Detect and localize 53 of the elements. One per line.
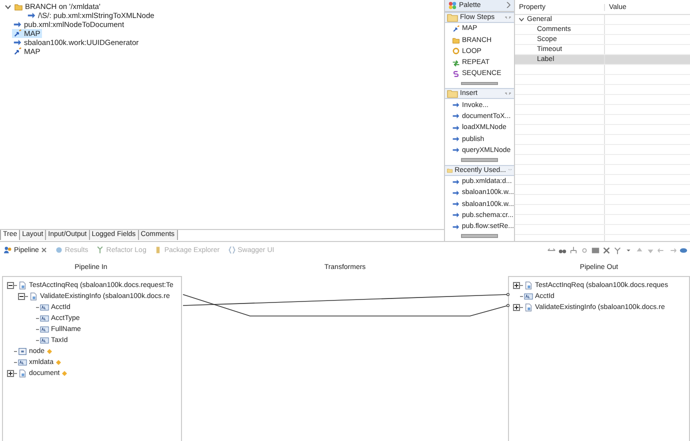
- diamond-icon: [56, 360, 61, 365]
- left-icon[interactable]: [657, 246, 666, 254]
- node-icon: [18, 347, 27, 356]
- diamond-icon: [62, 371, 67, 376]
- palette-icon: [448, 0, 457, 10]
- folder-icon: [447, 89, 458, 98]
- chevron-icon[interactable]: [4, 2, 12, 10]
- text-field-icon: [40, 325, 49, 334]
- split-icon[interactable]: [613, 246, 622, 254]
- braces-icon: [228, 246, 236, 254]
- scroll-handle[interactable]: [461, 82, 498, 86]
- ring-icon: [452, 47, 460, 56]
- folder-icon: [452, 36, 460, 44]
- sprout-icon: [96, 246, 104, 254]
- document-icon: [524, 303, 533, 312]
- text-field-icon: [18, 358, 27, 367]
- text-field-icon: [524, 292, 533, 301]
- package-icon: [154, 246, 162, 254]
- right-icon[interactable]: [668, 246, 677, 254]
- arrows-icon: [452, 58, 460, 67]
- collapse-box-icon[interactable]: [7, 282, 14, 289]
- folder-icon: [447, 166, 453, 175]
- chevron-icon[interactable]: [518, 16, 525, 23]
- document-icon: [524, 281, 533, 290]
- cross-icon[interactable]: [602, 246, 611, 254]
- expand-box-icon[interactable]: [7, 370, 14, 377]
- scroll-handle[interactable]: [461, 234, 498, 238]
- document-icon: [18, 281, 27, 290]
- text-field-icon: [40, 314, 49, 323]
- up-icon[interactable]: [635, 246, 644, 254]
- people-icon: [4, 246, 12, 254]
- close-icon[interactable]: [40, 247, 47, 253]
- document-icon: [18, 369, 27, 378]
- collapse-box-icon[interactable]: [18, 293, 25, 300]
- expand-box-icon[interactable]: [513, 282, 520, 289]
- collapse-icon[interactable]: [504, 90, 512, 97]
- document-icon: [29, 292, 38, 301]
- collapse-icon[interactable]: [504, 14, 512, 20]
- connector-line[interactable]: [182, 294, 510, 316]
- expand-icon[interactable]: [506, 2, 511, 8]
- bent-arrows-icon: [452, 24, 460, 33]
- folder-icon: [14, 2, 23, 11]
- bent-arrows-icon: [13, 47, 22, 56]
- gear-icon: [54, 246, 63, 254]
- connector-line[interactable]: [182, 293, 510, 306]
- squiggle-icon: [452, 70, 460, 78]
- scroll-handle[interactable]: [461, 158, 498, 162]
- text-field-icon: [40, 336, 49, 345]
- diamond-icon: [46, 349, 52, 354]
- tree-icon[interactable]: [569, 246, 578, 254]
- bent-arrows-icon: [13, 29, 22, 38]
- expand-box-icon[interactable]: [513, 304, 520, 311]
- text-field-icon: [40, 303, 49, 312]
